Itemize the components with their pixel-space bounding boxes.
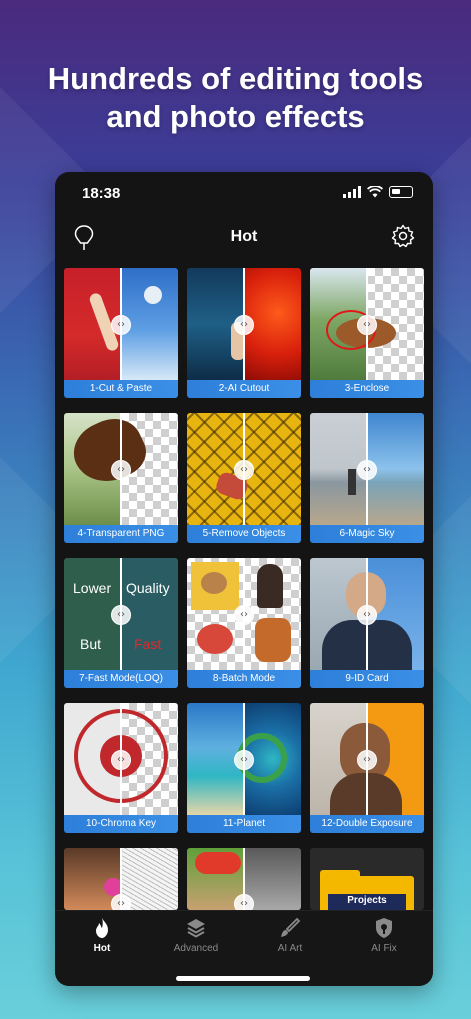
folder-icon: Projects: [320, 870, 414, 910]
tool-label: 1-Cut & Paste: [64, 380, 178, 398]
tool-tile-id-card[interactable]: ‹› 9-ID Card: [310, 558, 424, 688]
tool-tile-chroma-key[interactable]: ‹› 10-Chroma Key: [64, 703, 178, 833]
overlay-text-quality: Quality: [126, 580, 170, 596]
tool-tile-transparent-png[interactable]: ‹› 4-Transparent PNG: [64, 413, 178, 543]
tool-label: 11-Planet: [187, 815, 301, 833]
tool-label: 7-Fast Mode(LOQ): [64, 670, 178, 688]
tool-label: 12-Double Exposure: [310, 815, 424, 833]
tab-ai-fix[interactable]: AI Fix: [337, 917, 431, 954]
tool-tile-remove-objects[interactable]: ‹› 5-Remove Objects: [187, 413, 301, 543]
tool-tile-projects[interactable]: Projects: [310, 848, 424, 910]
compare-handle[interactable]: ‹›: [357, 460, 377, 480]
compare-handle[interactable]: ‹›: [234, 460, 254, 480]
tool-tile-double-exposure[interactable]: ‹› 12-Double Exposure: [310, 703, 424, 833]
page-title: Hot: [230, 228, 258, 245]
tool-label: 9-ID Card: [310, 670, 424, 688]
status-bar: 18:38: [55, 172, 433, 216]
brush-icon: [281, 917, 301, 937]
compare-handle[interactable]: ‹›: [357, 750, 377, 770]
home-indicator: [176, 976, 310, 981]
wifi-icon: [367, 186, 383, 198]
tool-tile-sketch[interactable]: ‹›: [64, 848, 178, 910]
compare-handle[interactable]: ‹›: [357, 605, 377, 625]
tab-hot[interactable]: Hot: [55, 917, 149, 954]
tab-label: Hot: [93, 943, 111, 954]
tool-label: 10-Chroma Key: [64, 815, 178, 833]
compare-handle[interactable]: ‹›: [357, 315, 377, 335]
headline: Hundreds of editing tools and photo effe…: [0, 60, 471, 136]
tool-label: 3-Enclose: [310, 380, 424, 398]
tab-label: Advanced: [173, 943, 219, 954]
layers-icon: [187, 919, 205, 938]
shield-icon: [376, 918, 392, 938]
tool-tile-fast-mode[interactable]: Lower Quality But Fast ‹› 7-Fast Mode(LO…: [64, 558, 178, 688]
overlay-text-but: But: [80, 636, 102, 652]
tool-tile-batch-mode[interactable]: ‹› 8-Batch Mode: [187, 558, 301, 688]
tab-ai-art[interactable]: AI Art: [243, 917, 337, 954]
tool-tile-enclose[interactable]: ‹› 3-Enclose: [310, 268, 424, 398]
nav-bar: Hot: [55, 218, 433, 258]
tool-label: 8-Batch Mode: [187, 670, 301, 688]
tool-tile-ai-cutout[interactable]: ‹› 2-AI Cutout: [187, 268, 301, 398]
tab-advanced[interactable]: Advanced: [149, 917, 243, 954]
flame-icon: [96, 918, 108, 938]
tab-bar: Hot Advanced AI Art AI Fix: [55, 910, 433, 986]
compare-handle[interactable]: ‹›: [111, 460, 131, 480]
tool-tile-color-splash[interactable]: ‹›: [187, 848, 301, 910]
compare-handle[interactable]: ‹›: [111, 315, 131, 335]
tool-tile-planet[interactable]: ‹› 11-Planet: [187, 703, 301, 833]
overlay-text-fast: Fast: [134, 636, 162, 652]
compare-handle[interactable]: ‹›: [234, 894, 254, 910]
compare-handle[interactable]: ‹›: [234, 750, 254, 770]
headline-line-2: and photo effects: [106, 99, 365, 134]
folder-label: Projects: [347, 895, 387, 906]
overlay-text-lower: Lower: [73, 580, 112, 596]
battery-icon: [389, 186, 413, 198]
compare-handle[interactable]: ‹›: [111, 894, 131, 910]
status-icons: [343, 186, 413, 198]
tab-label: AI Fix: [371, 943, 397, 954]
tool-tile-magic-sky[interactable]: ‹› 6-Magic Sky: [310, 413, 424, 543]
gear-icon[interactable]: [391, 224, 415, 248]
tool-label: 2-AI Cutout: [187, 380, 301, 398]
tool-label: 5-Remove Objects: [187, 525, 301, 543]
headline-line-1: Hundreds of editing tools: [47, 61, 424, 96]
compare-handle[interactable]: ‹›: [111, 605, 131, 625]
compare-handle[interactable]: ‹›: [111, 750, 131, 770]
status-time: 18:38: [82, 185, 121, 202]
tab-label: AI Art: [277, 943, 303, 954]
tool-label: 6-Magic Sky: [310, 525, 424, 543]
tool-label: 4-Transparent PNG: [64, 525, 178, 543]
phone-screen: 18:38 Hot ‹› 1-Cut & Paste ‹› 2-AI Cutou…: [55, 172, 433, 986]
signal-icon: [343, 186, 361, 198]
compare-handle[interactable]: ‹›: [234, 315, 254, 335]
compare-handle[interactable]: ‹›: [234, 605, 254, 625]
tool-tile-cut-paste[interactable]: ‹› 1-Cut & Paste: [64, 268, 178, 398]
